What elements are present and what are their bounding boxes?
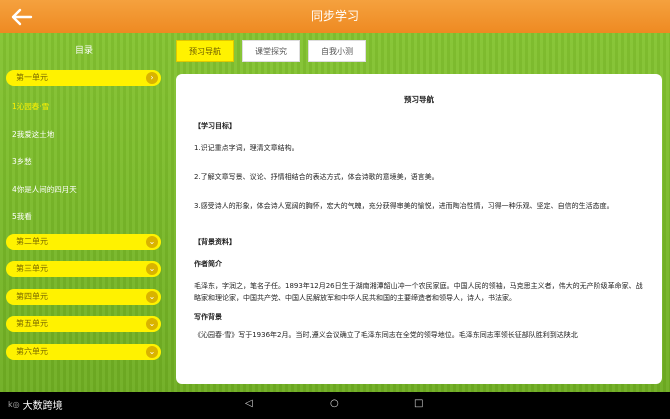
subheading: 作者简介 [194,260,222,268]
unit-3[interactable]: 第三单元 ⌄ [6,261,161,277]
tab-self-test[interactable]: 自我小测 [308,40,366,62]
nav-back-icon[interactable]: ◁ [245,398,253,409]
unit-6[interactable]: 第六单元 ⌄ [6,344,161,360]
paragraph: 2.了解文章写景、议论、抒情相结合的表达方式，体会诗歌的意境美，语言美。 [194,173,439,181]
tab-preview-guide[interactable]: 预习导航 [176,40,234,62]
unit-label: 第一单元 [16,73,48,82]
chevron-down-icon: ⌄ [146,318,158,330]
paragraph: 《沁园春·雪》写于1936年2月。当时,遵义会议确立了毛泽东同志在全党的领导地位… [194,331,578,339]
unit-label: 第六单元 [16,347,48,356]
unit-label: 第五单元 [16,319,48,328]
unit-4[interactable]: 第四单元 ⌄ [6,289,161,305]
paragraph: 1.识记重点字词，理清文章结构。 [194,144,299,152]
chevron-down-icon: ⌄ [146,236,158,248]
lesson-item[interactable]: 1沁园春·雪 [12,101,49,112]
system-nav-bar: k◎ 大数跨境 ◁ ○ □ [0,392,670,419]
nav-home-icon[interactable]: ○ [330,398,339,409]
unit-5[interactable]: 第五单元 ⌄ [6,316,161,332]
page-title: 同步学习 [310,9,359,23]
paragraph: 毛泽东，字润之，笔名子任。1893年12月26日生于湖南湘潭韶山冲一个农民家庭。… [194,282,643,302]
unit-label: 第四单元 [16,292,48,301]
unit-2[interactable]: 第二单元 ⌄ [6,234,161,250]
unit-1[interactable]: 第一单元 › [6,70,161,86]
subheading: 写作背景 [194,313,222,321]
watermark-logo: k◎ 大数跨境 [8,397,63,412]
section-heading: 【学习目标】 [194,122,236,130]
sidebar-title: 目录 [74,46,93,56]
content-panel: 预习导航 【学习目标】 1.识记重点字词，理清文章结构。 2.了解文章写景、议论… [176,74,662,384]
lesson-item[interactable]: 5我看 [12,211,32,222]
tab-class-explore[interactable]: 课堂探究 [242,40,300,62]
paragraph: 3.感受诗人的形象，体会诗人宽阔的胸怀，宏大的气魄，充分获得审美的愉悦，进而陶冶… [194,202,614,210]
logo-mark-icon: k◎ [8,400,20,409]
chevron-down-icon: ⌄ [146,291,158,303]
lesson-item[interactable]: 4你是人间的四月天 [12,184,77,195]
lesson-item[interactable]: 3乡愁 [12,156,32,167]
lesson-item[interactable]: 2我爱这土地 [12,129,54,140]
sidebar: 目录 第一单元 › 1沁园春·雪 2我爱这土地 3乡愁 4你是人间的四月天 5我… [0,33,168,392]
section-heading: 【背景资料】 [194,238,236,246]
chevron-down-icon: ⌄ [146,263,158,275]
unit-label: 第二单元 [16,237,48,246]
content-title: 预习导航 [404,95,434,104]
top-bar: 同步学习 [0,0,670,34]
logo-text: 大数跨境 [22,401,63,412]
unit-label: 第三单元 [16,264,48,273]
nav-recents-icon[interactable]: □ [414,398,423,409]
chevron-right-icon: › [146,72,158,84]
chevron-down-icon: ⌄ [146,346,158,358]
